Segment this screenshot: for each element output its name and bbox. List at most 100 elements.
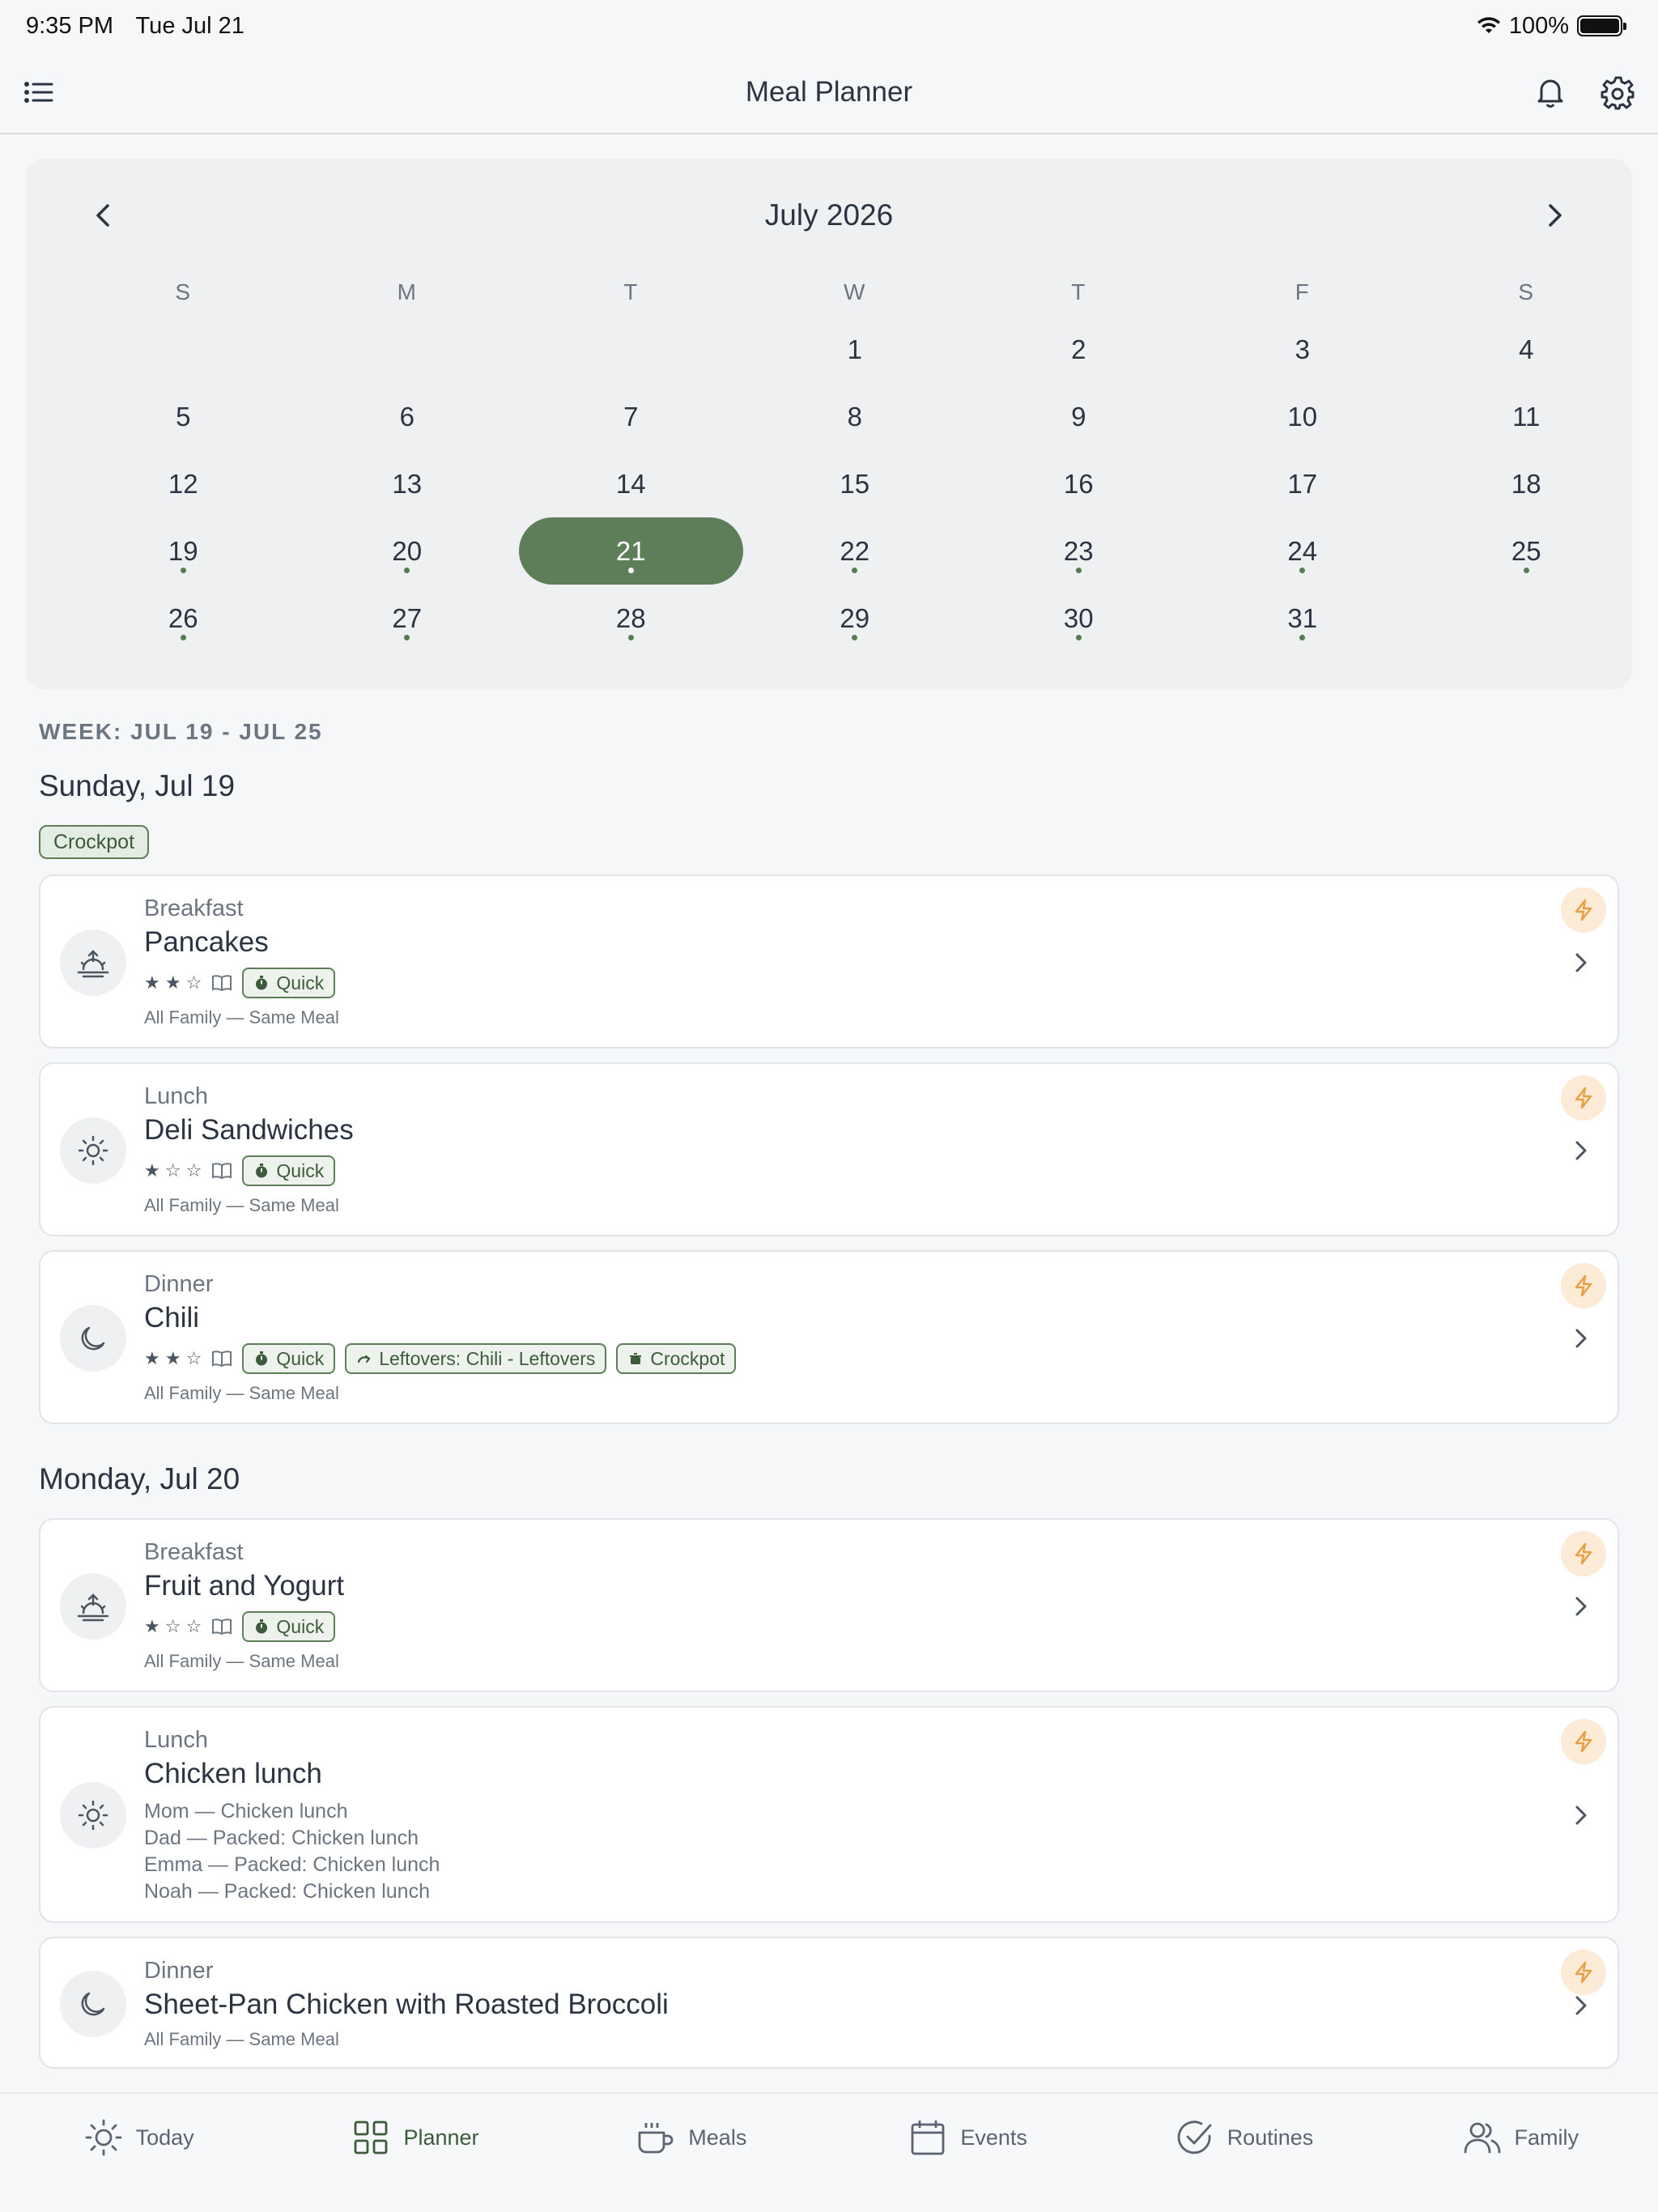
calendar-day-25[interactable]: 25 [1414, 517, 1639, 585]
rating-stars: ★ ★ ☆ [144, 972, 202, 993]
calendar-day-number: 20 [392, 535, 423, 566]
calendar-week-row: 5 6 7 8 9 10 11 [71, 383, 1639, 450]
calendar-day-12[interactable]: 12 [71, 450, 295, 517]
chevron-right-icon[interactable] [1564, 1989, 1596, 2022]
calendar-day-6[interactable]: 6 [295, 383, 520, 450]
wifi-icon [1477, 17, 1500, 33]
sunrise-icon [60, 1573, 126, 1640]
settings-button[interactable] [1594, 68, 1643, 117]
calendar-day-13[interactable]: 13 [295, 450, 520, 517]
quick-action-button[interactable] [1561, 1719, 1606, 1764]
previous-month-button[interactable] [79, 191, 128, 240]
tab-today[interactable]: Today [0, 2097, 276, 2178]
weekday-label: T [623, 279, 639, 304]
chevron-right-icon[interactable] [1564, 1799, 1596, 1831]
quick-action-button[interactable] [1561, 1531, 1606, 1576]
calendar-day-9[interactable]: 9 [967, 383, 1191, 450]
bell-icon [1537, 79, 1563, 108]
calendar-empty-cell [1414, 585, 1639, 652]
calendar-day-19[interactable]: 19 [71, 517, 295, 585]
meal-card[interactable]: Breakfast Fruit and Yogurt ★ ☆ ☆ Quick A… [39, 1518, 1619, 1692]
calendar-day-27[interactable]: 27 [295, 585, 520, 652]
person-meal-line: Dad — Packed: Chicken lunch [144, 1827, 419, 1849]
calendar-day-number: 27 [392, 602, 423, 633]
quick-badge: Quick [242, 1611, 336, 1642]
day-tag-crockpot[interactable]: Crockpot [39, 825, 150, 859]
rating-stars: ★ ☆ ☆ [144, 1616, 202, 1636]
calendar-day-number: 19 [168, 535, 198, 566]
meal-indicator-dot [404, 635, 410, 640]
calendar-day-11[interactable]: 11 [1414, 383, 1639, 450]
quick-action-button[interactable] [1561, 1950, 1606, 1995]
meal-meta: ★ ★ ☆ Quick [144, 967, 336, 999]
calendar-day-4[interactable]: 4 [1414, 316, 1639, 383]
meal-card[interactable]: Lunch Deli Sandwiches ★ ☆ ☆ Quick All Fa… [39, 1062, 1619, 1236]
calendar-day-number: 21 [615, 535, 646, 566]
calendar-day-1[interactable]: 1 [743, 316, 967, 383]
calendar-day-16[interactable]: 16 [967, 450, 1191, 517]
calendar-day-number: 7 [623, 401, 639, 432]
calendar-day-number: 8 [847, 401, 862, 432]
bolt-icon [1575, 1730, 1592, 1753]
calendar-day-18[interactable]: 18 [1414, 450, 1639, 517]
calendar-day-10[interactable]: 10 [1191, 383, 1415, 450]
calendar-day-20[interactable]: 20 [295, 517, 520, 585]
chevron-right-icon[interactable] [1564, 1134, 1596, 1167]
quick-badge: Quick [242, 968, 336, 998]
calendar-day-21[interactable]: 21 [519, 517, 743, 585]
calendar-day-number: 16 [1063, 468, 1094, 499]
bolt-icon [1575, 1087, 1592, 1109]
calendar-day-number: 31 [1287, 602, 1318, 633]
meal-card[interactable]: Breakfast Pancakes ★ ★ ☆ Quick All Famil… [39, 874, 1619, 1049]
meal-note: All Family — Same Meal [144, 1651, 339, 1671]
meal-meta: ★ ☆ ☆ Quick [144, 1155, 336, 1187]
calendar-day-14[interactable]: 14 [519, 450, 743, 517]
chevron-right-icon[interactable] [1564, 1590, 1596, 1623]
calendar-day-number: 28 [615, 602, 646, 633]
notifications-button[interactable] [1526, 68, 1575, 117]
chevron-right-icon[interactable] [1564, 946, 1596, 979]
recipe-book-icon [211, 1162, 232, 1180]
calendar-day-5[interactable]: 5 [71, 383, 295, 450]
tab-routines[interactable]: Routines [1105, 2097, 1381, 2178]
meal-indicator-dot [852, 635, 858, 640]
calendar-day-number: 5 [176, 401, 191, 432]
grid-icon [355, 2121, 388, 2155]
tab-label: Planner [403, 2125, 479, 2150]
stopwatch-icon [256, 976, 268, 990]
tab-meals[interactable]: Meals [553, 2097, 829, 2178]
chevron-right-icon[interactable] [1564, 1322, 1596, 1355]
calendar-day-28[interactable]: 28 [519, 585, 743, 652]
quick-action-button[interactable] [1561, 887, 1606, 933]
weekday-header-row: S M T W T F S [71, 269, 1639, 316]
calendar-day-31[interactable]: 31 [1191, 585, 1415, 652]
meal-card[interactable]: Dinner Chili ★ ★ ☆ Quick Leftovers: Chil… [39, 1250, 1619, 1424]
tab-family[interactable]: Family [1382, 2097, 1658, 2178]
day-heading: Monday, Jul 20 [39, 1462, 240, 1495]
quick-action-button[interactable] [1561, 1075, 1606, 1121]
meal-card[interactable]: Lunch Chicken lunch Mom — Chicken lunch … [39, 1706, 1619, 1923]
calendar-day-number: 2 [1071, 334, 1086, 364]
calendar-day-22[interactable]: 22 [743, 517, 967, 585]
calendar-day-30[interactable]: 30 [967, 585, 1191, 652]
crockpot-badge: Crockpot [616, 1343, 737, 1374]
menu-button[interactable] [15, 68, 63, 117]
calendar-day-24[interactable]: 24 [1191, 517, 1415, 585]
calendar-day-3[interactable]: 3 [1191, 316, 1415, 383]
calendar-day-29[interactable]: 29 [743, 585, 967, 652]
list-icon [24, 82, 53, 103]
calendar-day-2[interactable]: 2 [967, 316, 1191, 383]
moon-icon [60, 1971, 126, 2037]
tab-events[interactable]: Events [829, 2097, 1105, 2178]
calendar-day-7[interactable]: 7 [519, 383, 743, 450]
calendar-day-17[interactable]: 17 [1191, 450, 1415, 517]
next-month-button[interactable] [1530, 191, 1579, 240]
quick-action-button[interactable] [1561, 1263, 1606, 1308]
calendar-day-26[interactable]: 26 [71, 585, 295, 652]
gear-icon [1601, 76, 1635, 110]
calendar-day-23[interactable]: 23 [967, 517, 1191, 585]
calendar-day-15[interactable]: 15 [743, 450, 967, 517]
calendar-day-8[interactable]: 8 [743, 383, 967, 450]
meal-card[interactable]: Dinner Sheet-Pan Chicken with Roasted Br… [39, 1937, 1619, 2069]
tab-planner[interactable]: Planner [276, 2097, 552, 2178]
